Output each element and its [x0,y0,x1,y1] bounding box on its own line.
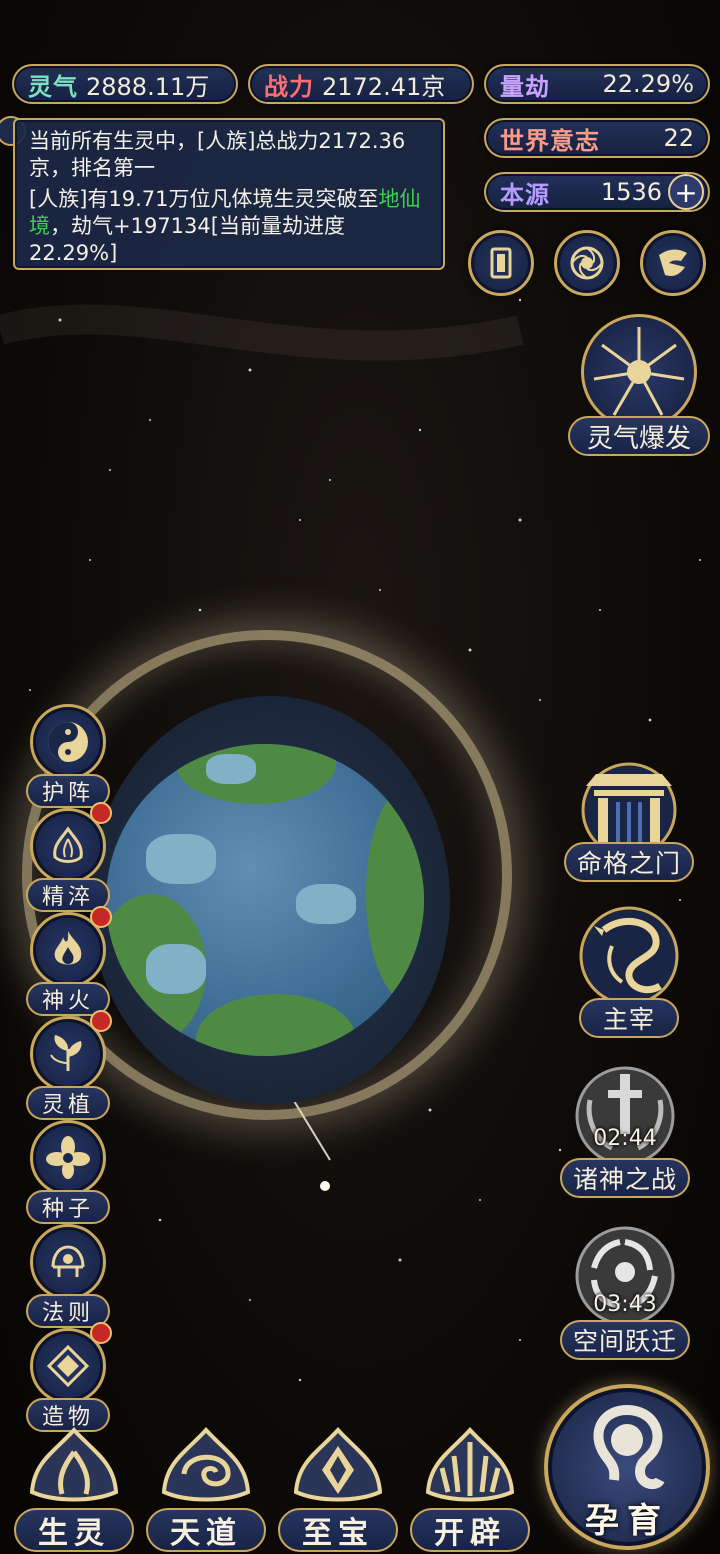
rune-disc [30,1224,106,1300]
zhushen-label: 诸神之战 [560,1158,690,1198]
shengling-label: 生灵 [14,1508,134,1552]
liangjie-value: 22.29% [602,70,694,98]
benyuan-label: 本源 [500,180,550,209]
zhushen-timer: 02:44 [593,1126,657,1151]
lingqi-stat: 灵气 2888.11万 [12,64,238,104]
vortex-button[interactable] [554,230,620,296]
dragon-icon [579,906,679,1006]
lingqi-burst-button[interactable]: 灵气爆发 [568,310,710,456]
side-btn-shenhuo[interactable]: 神火 [18,906,118,1016]
burst-label: 灵气爆发 [568,416,710,456]
land [366,784,424,1004]
nav-kaipi[interactable]: 开辟 [410,1422,530,1554]
shengling-icon [29,1427,119,1502]
shijie-stat[interactable]: 世界意志 22 [484,118,710,158]
message-line-1: 当前所有生灵中，[人族]总战力2172.36京，排名第一 [29,129,406,180]
card-button[interactable] [468,230,534,296]
side-btn-zaowu[interactable]: 造物 [18,1322,118,1432]
nav-tiandao[interactable]: 天道 [146,1422,266,1554]
side-btn-zhongzi[interactable]: 种子 [18,1120,118,1224]
mingge-label: 命格之门 [564,842,694,882]
add-benyuan-button[interactable]: + [668,174,704,210]
benyuan-stat: 本源 1536 + [484,172,710,212]
zhanli-stat: 战力 2172.41京 [248,64,474,104]
side-btn-huzhen[interactable]: 护阵 [18,704,118,808]
land [176,744,336,804]
shijie-label: 世界意志 [500,126,600,155]
flower-disc [30,1120,106,1196]
yunyu-label: 孕育 [585,1500,669,1541]
side-btn-faze[interactable]: 法则 [18,1224,118,1328]
card-icon [490,247,512,279]
vortex-icon [570,246,604,280]
lingqi-value: 2888.11万 [86,72,210,101]
message-line-2-post: ，劫气+197134[当前量劫进度22.29%] [29,214,345,265]
message-line-2-pre: [人族]有19.71万位凡体境生灵突破至 [29,187,379,211]
event-message-box: 当前所有生灵中，[人族]总战力2172.36京，排名第一 [人族]有19.71万… [13,118,445,270]
zhushen-war-button[interactable]: 02:44 诸神之战 [560,1060,690,1200]
wing-icon [659,249,687,276]
zhanli-value: 2172.41京 [322,72,446,101]
taiji-disc [30,704,106,780]
message-line-2: [人族]有19.71万位凡体境生灵突破至地仙境，劫气+197134[当前量劫进度… [29,186,431,267]
kaipi-icon [425,1427,515,1502]
pond [146,834,216,884]
mingge-gate-button[interactable]: 命格之门 [564,752,694,882]
lingqi-label: 灵气 [28,72,78,101]
lingzhi-label: 灵植 [26,1086,110,1120]
pond [206,754,256,784]
flame-lotus-icon [53,826,83,863]
kaipi-label: 开辟 [410,1508,530,1552]
burst-icon [593,327,685,416]
notification-dot [90,1322,112,1344]
world-planet[interactable] [106,744,424,1056]
shijie-value: 22 [663,124,694,152]
kongjian-label: 空间跃迁 [560,1320,690,1360]
wing-button[interactable] [640,230,706,296]
fire-icon [54,931,82,965]
flower-icon [46,1136,90,1179]
tiandao-label: 天道 [146,1508,266,1552]
side-btn-lingzhi[interactable]: 灵植 [18,1010,118,1120]
tiandao-icon [161,1427,251,1502]
rune-icon [51,1245,85,1277]
zhanli-label: 战力 [264,72,314,101]
kongjian-timer: 03:43 [593,1292,657,1317]
notification-dot [90,906,112,928]
pond [146,944,206,994]
liangjie-stat[interactable]: 量劫 22.29% [484,64,710,104]
plant-icon [50,1035,82,1071]
zhuzai-button[interactable]: 主宰 [564,900,694,1040]
liangjie-label: 量劫 [500,72,550,101]
land [196,994,356,1056]
taiji-icon [48,722,88,762]
zhibao-icon [293,1427,383,1502]
nav-zhibao[interactable]: 至宝 [278,1422,398,1554]
nav-shengling[interactable]: 生灵 [14,1422,134,1554]
diamond-icon [46,1344,90,1388]
zhongzi-label: 种子 [26,1190,110,1224]
pond [296,884,356,924]
yunyu-button[interactable]: 孕育 [544,1384,710,1550]
space-jump-button[interactable]: 03:43 空间跃迁 [560,1220,690,1362]
side-btn-jingcui[interactable]: 精淬 [18,802,118,912]
notification-dot [90,802,112,824]
plus-icon: + [674,175,698,209]
burst-disc [581,314,697,430]
notification-dot [90,1010,112,1032]
benyuan-value: 1536 [600,178,662,206]
zhuzai-label: 主宰 [579,998,679,1038]
zhibao-label: 至宝 [278,1508,398,1552]
